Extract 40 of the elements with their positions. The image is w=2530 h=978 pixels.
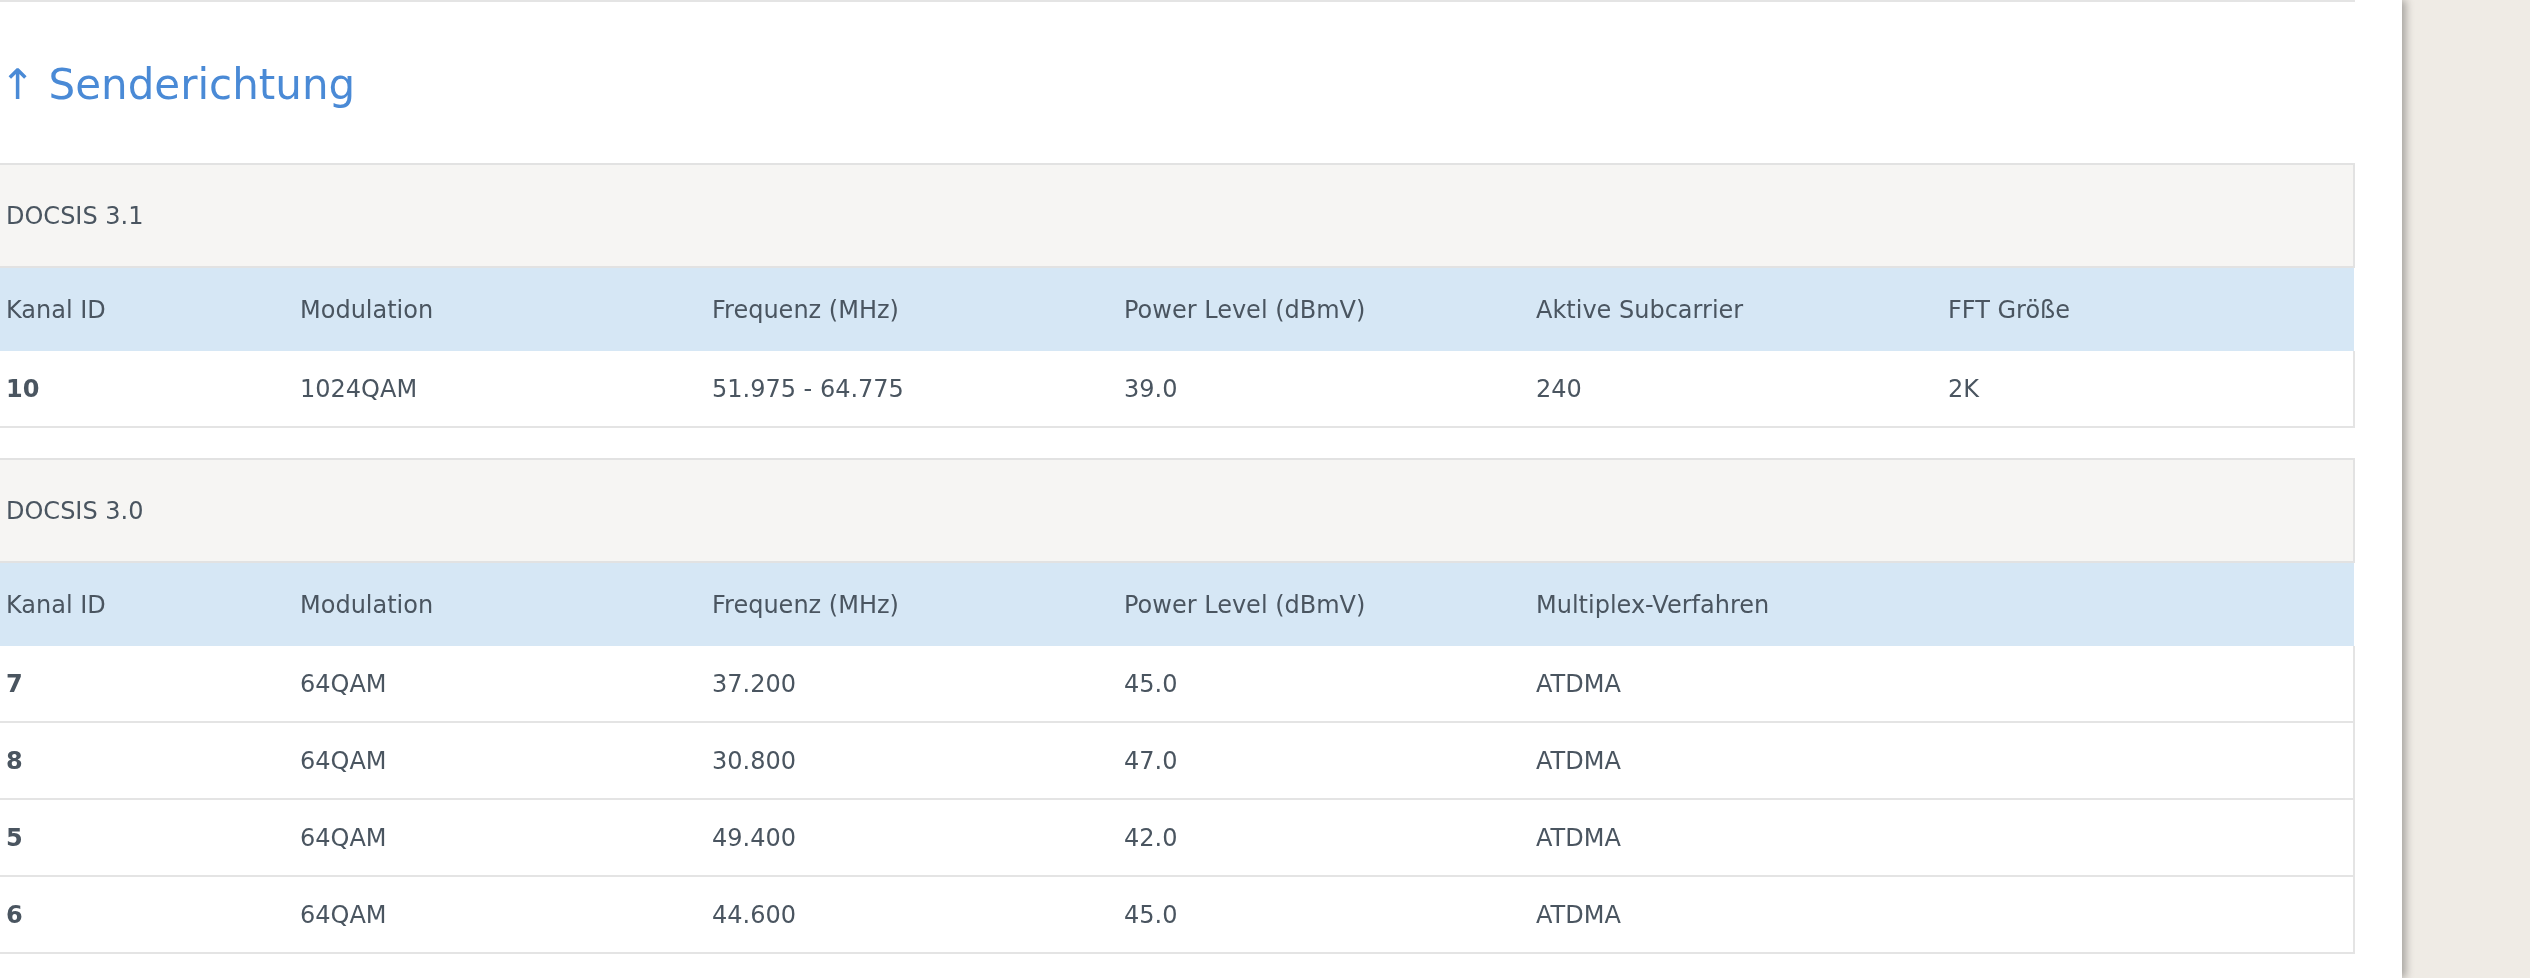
table-cell: 42.0 [1124,823,1178,852]
table-cell: 51.975 - 64.775 [712,374,904,403]
table-cell: 39.0 [1124,374,1178,403]
table-cell: 10 [6,374,40,403]
column-header: Modulation [300,590,434,619]
table-cell: 45.0 [1124,900,1178,929]
table-cell: 6 [6,900,23,929]
table-group-title: DOCSIS 3.1 [6,201,144,230]
table-cell: 64QAM [300,823,387,852]
table-cell: 5 [6,823,23,852]
column-header: Kanal ID [6,295,106,324]
table-cell: 7 [6,669,23,698]
table-cell: 240 [1536,374,1582,403]
table-cell: 64QAM [300,746,387,775]
column-header: FFT Größe [1948,295,2070,324]
table-cell: ATDMA [1536,900,1621,929]
table-cell: ATDMA [1536,746,1621,775]
section-title: ↑ Senderichtung [0,59,357,111]
column-header: Modulation [300,295,434,324]
table-cell: 64QAM [300,900,387,929]
table-cell: 64QAM [300,669,387,698]
table-cell: 44.600 [712,900,796,929]
table-cell: 30.800 [712,746,796,775]
column-header: Aktive Subcarrier [1536,295,1744,324]
column-header: Frequenz (MHz) [712,295,899,324]
column-header: Multiplex-Verfahren [1536,590,1770,619]
table-cell: 49.400 [712,823,796,852]
table-cell: 8 [6,746,23,775]
table-cell: ATDMA [1536,823,1621,852]
table-cell: 45.0 [1124,669,1178,698]
table-cell: 37.200 [712,669,796,698]
table-cell: 47.0 [1124,746,1178,775]
column-header: Power Level (dBmV) [1124,590,1366,619]
column-header: Power Level (dBmV) [1124,295,1366,324]
table-cell: ATDMA [1536,669,1621,698]
column-header: Frequenz (MHz) [712,590,899,619]
table-cell: 2K [1948,374,1979,403]
table-cell: 1024QAM [300,374,418,403]
column-header: Kanal ID [6,590,106,619]
table-group-title: DOCSIS 3.0 [6,496,144,525]
